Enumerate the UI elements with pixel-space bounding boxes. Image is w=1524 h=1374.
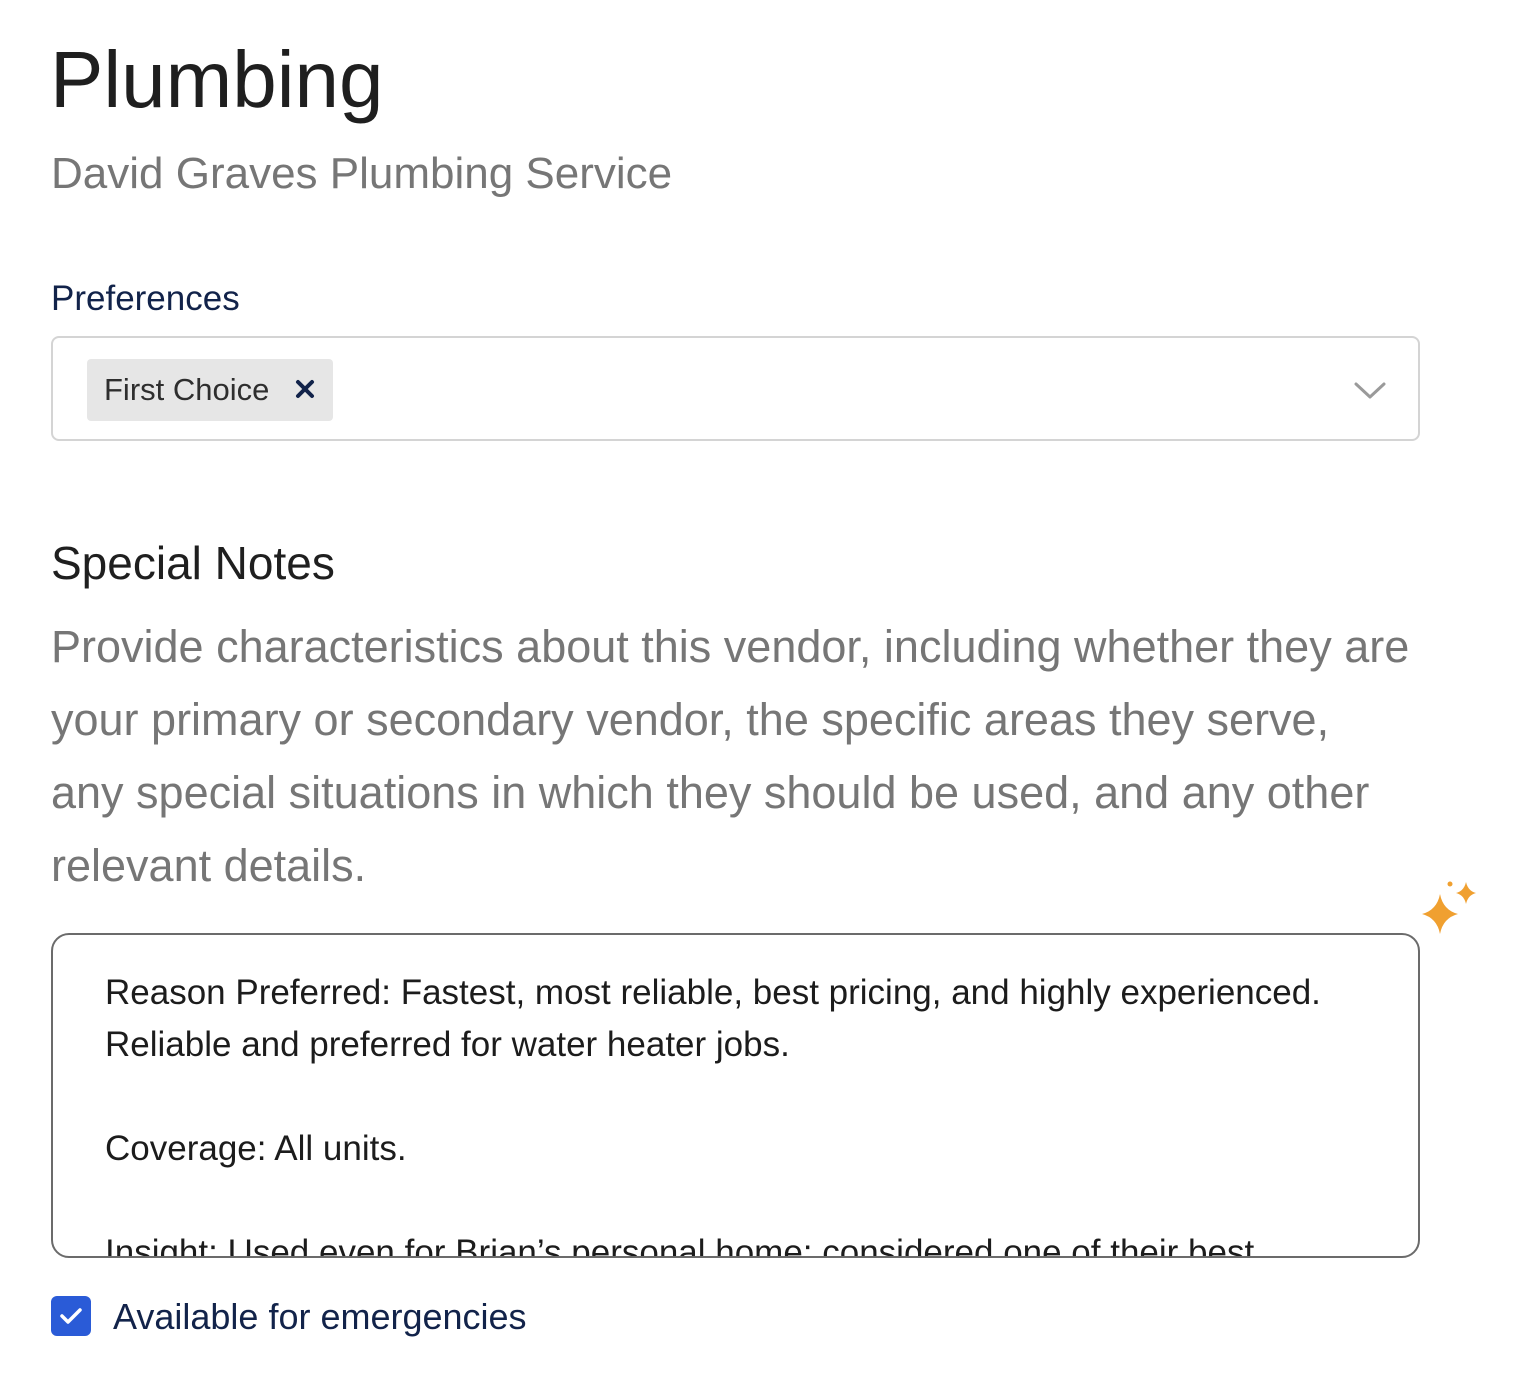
checkmark-icon bbox=[60, 1308, 82, 1324]
special-notes-help-text: Provide characteristics about this vendo… bbox=[51, 621, 1410, 891]
emergency-checkbox[interactable] bbox=[51, 1296, 91, 1336]
special-notes-heading: Special Notes bbox=[51, 537, 335, 589]
notes-paragraph: Reason Preferred: Fastest, most reliable… bbox=[105, 973, 1321, 1064]
chevron-down-icon[interactable] bbox=[1352, 372, 1388, 408]
notes-paragraph: Coverage: All units. bbox=[105, 1129, 407, 1168]
close-icon[interactable] bbox=[292, 376, 318, 402]
vendor-edit-panel: Plumbing David Graves Plumbing Service P… bbox=[0, 0, 1524, 1374]
page-title: Plumbing bbox=[50, 35, 384, 124]
preferences-select[interactable]: First Choice bbox=[51, 336, 1420, 441]
notes-paragraph: Insight: Used even for Brian’s personal … bbox=[105, 1233, 1255, 1258]
preference-chip: First Choice bbox=[87, 359, 333, 421]
preferences-label: Preferences bbox=[51, 279, 240, 318]
emergency-checkbox-label: Available for emergencies bbox=[113, 1296, 527, 1337]
special-notes-textarea[interactable]: Reason Preferred: Fastest, most reliable… bbox=[51, 933, 1420, 1258]
preference-chip-label: First Choice bbox=[104, 372, 270, 407]
sparkle-icon[interactable] bbox=[1418, 878, 1484, 938]
special-notes-content: Reason Preferred: Fastest, most reliable… bbox=[105, 967, 1335, 1258]
vendor-name: David Graves Plumbing Service bbox=[51, 149, 673, 198]
